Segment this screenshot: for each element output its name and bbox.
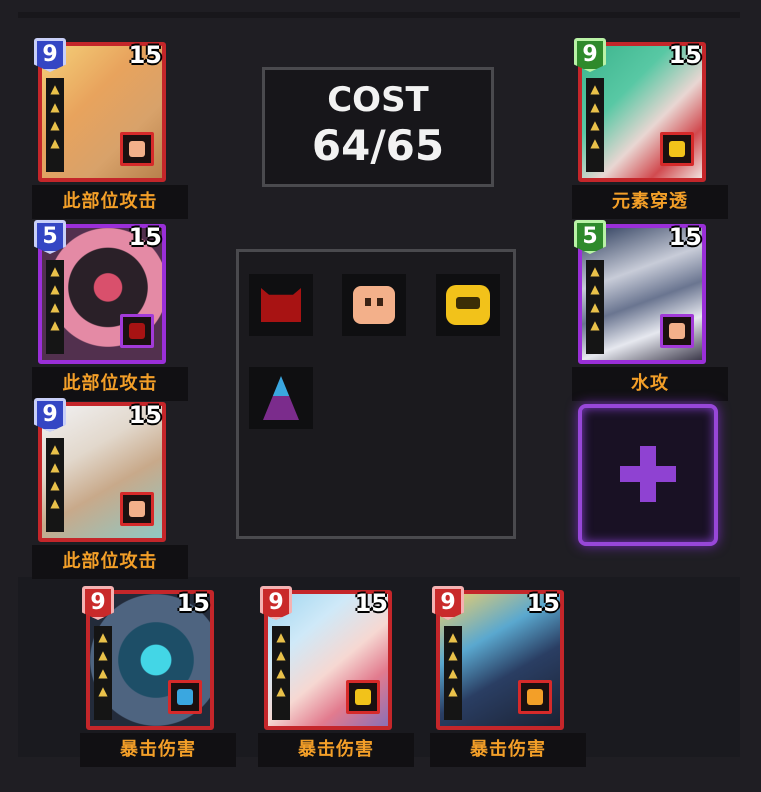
cost-value: 64/65	[311, 121, 445, 170]
element-panel	[236, 249, 516, 539]
tiger-icon	[446, 285, 490, 325]
card-left2[interactable]: ▲ ▲ ▲ ▲ 5 15 此部位攻击	[32, 220, 188, 401]
card-label: 元素穿透	[572, 185, 728, 219]
star-track: ▲ ▲ ▲ ▲	[586, 78, 604, 172]
card-bottom1[interactable]: ▲ ▲ ▲ ▲ 9 15 暴击伤害	[80, 586, 236, 767]
card-label: 暴击伤害	[430, 733, 586, 767]
element-devil-icon	[120, 314, 154, 348]
top-divider	[18, 12, 740, 18]
star-track: ▲ ▲ ▲ ▲	[444, 626, 462, 720]
card-count: 15	[526, 589, 560, 617]
devil-icon	[261, 288, 301, 322]
face-icon	[353, 286, 395, 324]
star-track: ▲ ▲ ▲ ▲	[46, 260, 64, 354]
card-left3[interactable]: ▲ ▲ ▲ ▲ 9 15 此部位攻击	[32, 398, 188, 579]
element-slot-face[interactable]	[342, 274, 406, 336]
star-track: ▲ ▲ ▲ ▲	[94, 626, 112, 720]
wizard-icon	[263, 376, 299, 420]
card-right2[interactable]: ▲ ▲ ▲ ▲ 5 15 水攻	[572, 220, 728, 401]
star-track: ▲ ▲ ▲ ▲	[46, 438, 64, 532]
cost-panel: COST 64/65	[262, 67, 494, 187]
card-count: 15	[128, 401, 162, 429]
card-label: 水攻	[572, 367, 728, 401]
card-count: 15	[176, 589, 210, 617]
element-face-icon	[518, 680, 552, 714]
card-left1[interactable]: ▲ ▲ ▲ ▲ 9 15 此部位攻击	[32, 38, 188, 219]
plus-icon	[640, 446, 656, 502]
element-tiger-icon	[660, 132, 694, 166]
card-count: 15	[128, 41, 162, 69]
element-face-icon	[120, 492, 154, 526]
element-tiger-icon	[346, 680, 380, 714]
star-track: ▲ ▲ ▲ ▲	[272, 626, 290, 720]
card-label: 暴击伤害	[258, 733, 414, 767]
card-count: 15	[128, 223, 162, 251]
star-track: ▲ ▲ ▲ ▲	[586, 260, 604, 354]
card-label: 暴击伤害	[80, 733, 236, 767]
add-card-button[interactable]	[578, 404, 718, 546]
card-count: 15	[354, 589, 388, 617]
card-count: 15	[668, 41, 702, 69]
cost-label: COST	[327, 80, 429, 120]
card-bottom3[interactable]: ▲ ▲ ▲ ▲ 9 15 暴击伤害	[430, 586, 586, 767]
element-face-icon	[660, 314, 694, 348]
star-track: ▲ ▲ ▲ ▲	[46, 78, 64, 172]
card-label: 此部位攻击	[32, 185, 188, 219]
card-bottom2[interactable]: ▲ ▲ ▲ ▲ 9 15 暴击伤害	[258, 586, 414, 767]
element-slot-tiger[interactable]	[436, 274, 500, 336]
element-slot-devil[interactable]	[249, 274, 313, 336]
card-count: 15	[668, 223, 702, 251]
card-label: 此部位攻击	[32, 367, 188, 401]
element-face-icon	[120, 132, 154, 166]
card-right1[interactable]: ▲ ▲ ▲ ▲ 9 15 元素穿透	[572, 38, 728, 219]
card-label: 此部位攻击	[32, 545, 188, 579]
element-wizard-icon	[168, 680, 202, 714]
element-slot-wizard[interactable]	[249, 367, 313, 429]
